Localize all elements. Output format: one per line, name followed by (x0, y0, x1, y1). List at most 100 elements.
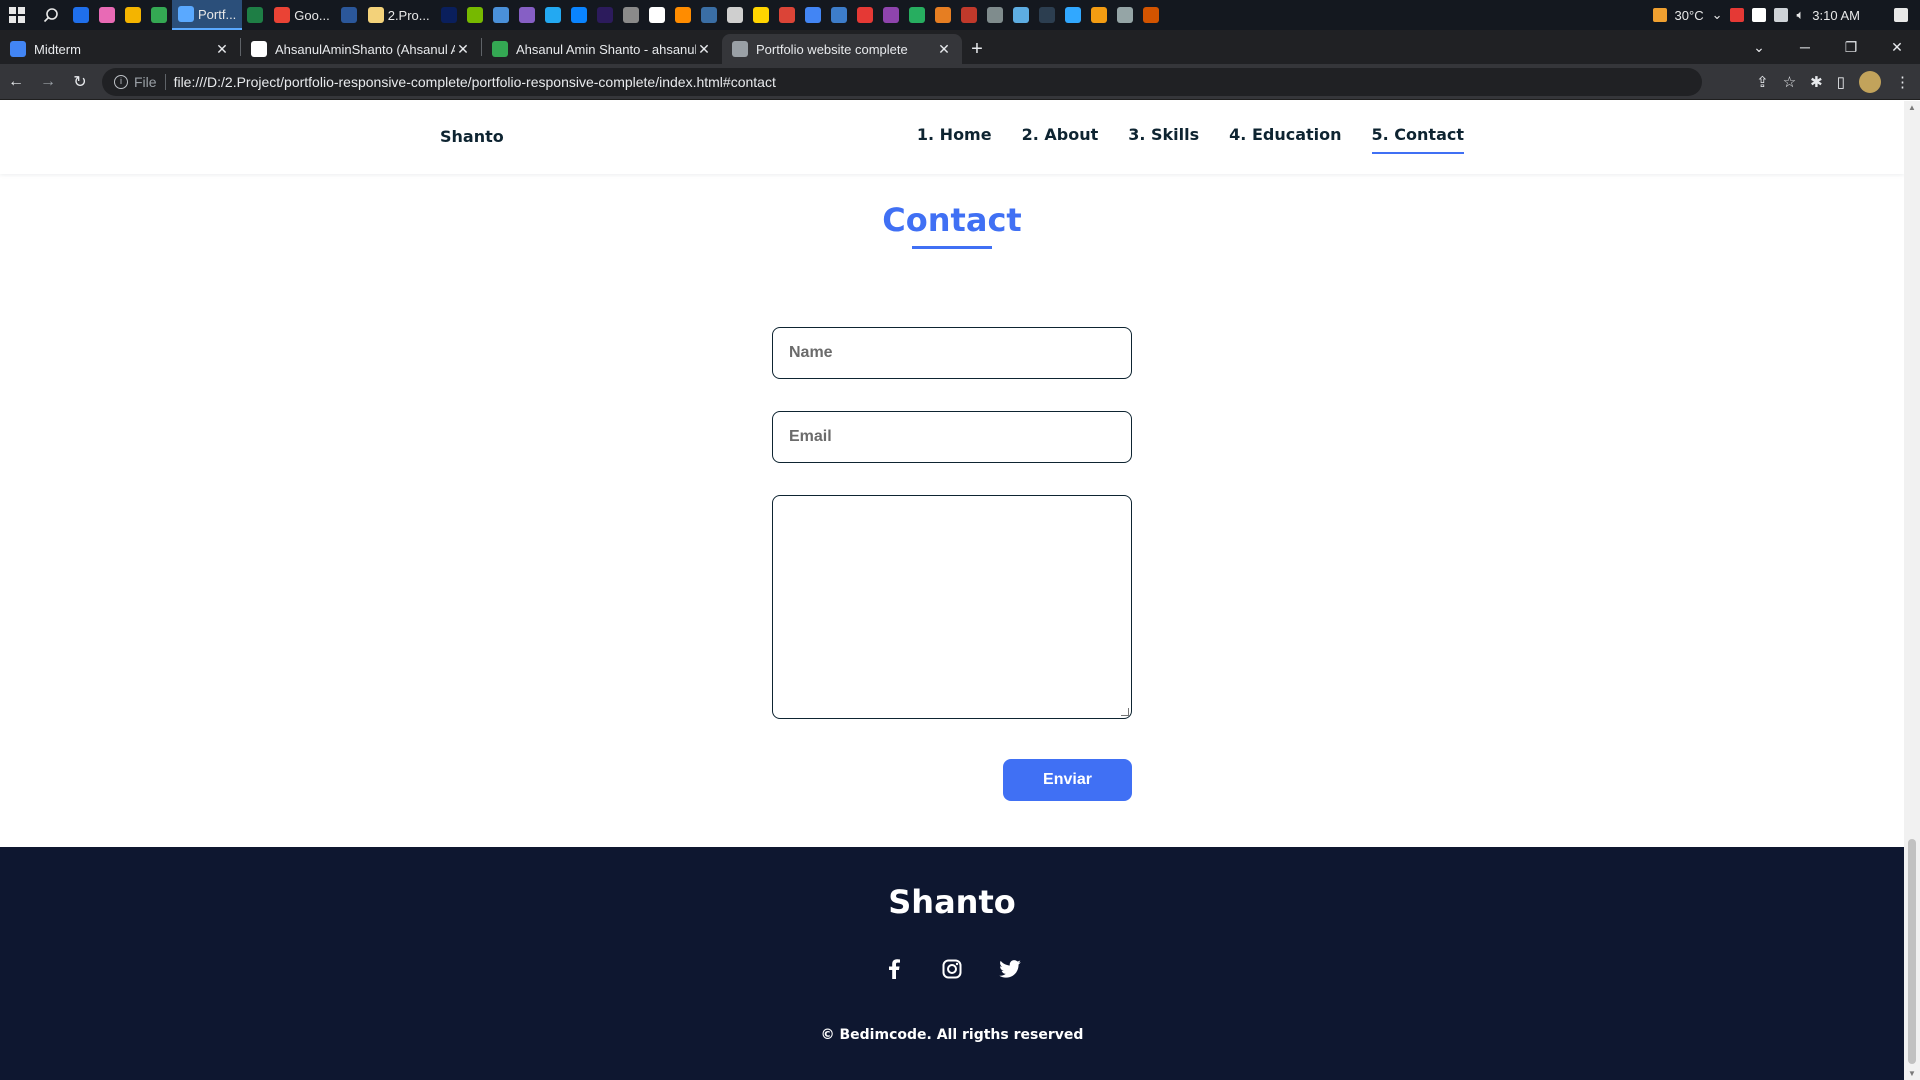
tray-app-icon[interactable] (1752, 8, 1767, 22)
taskbar-app-button[interactable] (774, 0, 800, 30)
email-input[interactable]: Email (772, 411, 1132, 463)
network-icon[interactable] (1774, 8, 1789, 22)
taskbar-app-button[interactable]: Portf... (172, 0, 243, 30)
taskbar-app-button[interactable] (94, 0, 120, 30)
taskbar-app-button[interactable] (462, 0, 488, 30)
tab-search-icon[interactable]: ⌄ (1736, 39, 1782, 56)
taskbar-app-button[interactable] (1060, 0, 1086, 30)
site-info-icon[interactable]: i (114, 74, 128, 89)
minimize-button[interactable]: ─ (1782, 39, 1828, 55)
volume-icon[interactable]: 🔈︎ (1796, 7, 1804, 23)
submit-button[interactable]: Enviar (1003, 759, 1132, 801)
windows-logo-icon (9, 7, 25, 23)
favicon-icon (732, 41, 748, 57)
name-input[interactable]: Name (772, 327, 1132, 379)
bookmark-star-icon[interactable]: ☆ (1783, 73, 1796, 91)
nav-link[interactable]: 4. Education (1229, 125, 1341, 152)
taskbar-app-button[interactable] (904, 0, 930, 30)
app-icon (778, 7, 795, 23)
tab-title: Ahsanul Amin Shanto - ahsanula (516, 41, 696, 57)
tab-title: Midterm (34, 41, 81, 57)
resize-handle-icon[interactable] (1121, 708, 1129, 716)
taskbar-app-button[interactable] (644, 0, 670, 30)
toolbar-actions: ⇪ ☆ ✱ ▯ ⋮ (1756, 64, 1910, 100)
taskbar-app-button[interactable] (242, 0, 268, 30)
taskbar-app-button[interactable] (488, 0, 514, 30)
chevron-up-icon[interactable]: ⌄ (1712, 7, 1723, 23)
taskbar-app-button[interactable] (1008, 0, 1034, 30)
nav-link[interactable]: 3. Skills (1128, 125, 1199, 152)
taskbar-app-button[interactable] (1034, 0, 1060, 30)
nav-link[interactable]: 1. Home (917, 125, 992, 152)
taskbar-app-button[interactable] (852, 0, 878, 30)
windows-start-button[interactable] (0, 0, 34, 30)
reload-button[interactable]: ↻ (64, 66, 96, 98)
taskbar-search-button[interactable] (34, 0, 68, 30)
taskbar-app-button[interactable] (982, 0, 1008, 30)
taskbar-app-button[interactable] (722, 0, 748, 30)
message-textarea[interactable] (772, 495, 1132, 719)
forward-button[interactable]: → (32, 66, 64, 98)
taskbar-app-button[interactable] (1086, 0, 1112, 30)
taskbar-app-button[interactable] (566, 0, 592, 30)
app-icon (1090, 7, 1107, 23)
app-icon (367, 7, 384, 23)
side-panel-icon[interactable]: ▯ (1837, 73, 1845, 91)
taskbar-app-button[interactable] (436, 0, 462, 30)
tab-close-icon[interactable]: ✕ (696, 41, 712, 58)
taskbar-app-button[interactable]: Goo... (268, 0, 335, 30)
tab-close-icon[interactable]: ✕ (455, 41, 471, 58)
temperature-label[interactable]: 30°C (1675, 8, 1704, 23)
taskbar-app-button[interactable] (336, 0, 362, 30)
close-window-button[interactable]: ✕ (1874, 39, 1920, 56)
scrollbar-thumb[interactable] (1908, 839, 1916, 1064)
instagram-icon[interactable] (940, 957, 964, 981)
taskbar-app-button[interactable] (514, 0, 540, 30)
taskbar-app-button[interactable] (878, 0, 904, 30)
share-icon[interactable]: ⇪ (1756, 73, 1769, 91)
taskbar-app-button[interactable] (748, 0, 774, 30)
scroll-down-icon[interactable]: ▼ (1904, 1069, 1920, 1078)
back-button[interactable]: ← (0, 66, 32, 98)
app-icon (986, 7, 1003, 23)
taskbar-app-button[interactable] (670, 0, 696, 30)
address-bar[interactable]: i File file:///D:/2.Project/portfolio-re… (102, 67, 1702, 96)
new-tab-button[interactable]: + (962, 34, 992, 64)
taskbar-app-button[interactable] (146, 0, 172, 30)
taskbar-app-button[interactable] (120, 0, 146, 30)
page-scrollbar[interactable]: ▲ ▼ (1904, 101, 1920, 1080)
tab-close-icon[interactable]: ✕ (936, 41, 952, 58)
taskbar-app-button[interactable] (68, 0, 94, 30)
browser-tab[interactable]: Ahsanul Amin Shanto - ahsanula ✕ (482, 34, 722, 64)
url-text[interactable]: file:///D:/2.Project/portfolio-responsiv… (174, 74, 776, 90)
extensions-icon[interactable]: ✱ (1810, 73, 1823, 91)
notifications-icon[interactable] (1894, 8, 1908, 22)
taskbar-app-button[interactable]: 2.Pro... (362, 0, 436, 30)
taskbar-app-button[interactable] (696, 0, 722, 30)
taskbar-app-button[interactable] (930, 0, 956, 30)
nav-link[interactable]: 2. About (1022, 125, 1099, 152)
taskbar-app-button[interactable] (1112, 0, 1138, 30)
taskbar-app-button[interactable] (956, 0, 982, 30)
twitter-icon[interactable] (998, 957, 1022, 981)
site-brand[interactable]: Shanto (440, 127, 504, 146)
profile-avatar[interactable] (1859, 71, 1881, 93)
taskbar-app-button[interactable] (1138, 0, 1164, 30)
taskbar-app-button[interactable] (592, 0, 618, 30)
nav-link[interactable]: 5. Contact (1371, 125, 1465, 154)
browser-tab[interactable]: Portfolio website complete ✕ (722, 34, 962, 64)
tab-close-icon[interactable]: ✕ (214, 41, 230, 58)
browser-tab[interactable]: AhsanulAminShanto (Ahsanul Am ✕ (241, 34, 481, 64)
menu-kebab-icon[interactable]: ⋮ (1895, 73, 1910, 91)
browser-tab[interactable]: Midterm ✕ (0, 34, 240, 64)
taskbar-app-button[interactable] (618, 0, 644, 30)
taskbar-app-button[interactable] (800, 0, 826, 30)
taskbar-app-button[interactable] (826, 0, 852, 30)
restore-button[interactable]: ❐ (1828, 39, 1874, 56)
clock-label[interactable]: 3:10 AM (1812, 8, 1860, 23)
tray-app-icon[interactable] (1730, 8, 1745, 22)
weather-icon[interactable] (1652, 8, 1667, 22)
facebook-icon[interactable] (882, 957, 906, 981)
taskbar-app-button[interactable] (540, 0, 566, 30)
scroll-up-icon[interactable]: ▲ (1904, 103, 1920, 112)
